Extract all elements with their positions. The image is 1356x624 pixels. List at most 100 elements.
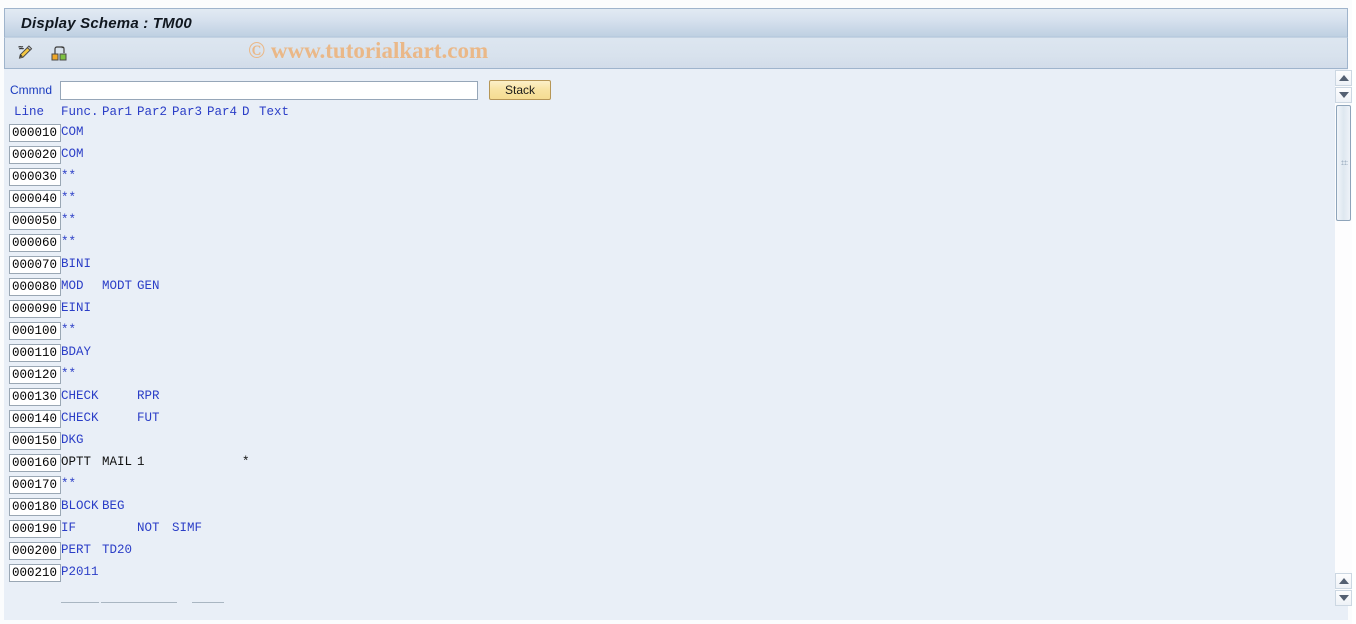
cell-func: CHECK	[61, 389, 99, 403]
table-row: DKG	[4, 431, 1324, 453]
line-number-field[interactable]	[9, 322, 61, 340]
cell-func: BDAY	[61, 345, 92, 359]
cell-func: COM	[61, 147, 84, 161]
cell-func: OPTT	[61, 455, 92, 469]
cell-func: DKG	[61, 433, 84, 447]
table-header-par1: Par1	[102, 105, 133, 119]
table-row: CHECK FUT	[4, 409, 1324, 431]
scrollbar-thumb[interactable]	[1336, 105, 1351, 221]
line-number-field[interactable]	[9, 388, 61, 406]
scroll-up-button[interactable]	[1335, 70, 1352, 86]
table-row: EINI	[4, 299, 1324, 321]
chevron-up-icon	[1338, 75, 1349, 81]
cell-func: **	[61, 213, 77, 227]
cell-func: **	[61, 169, 77, 183]
stack-button[interactable]: Stack	[489, 80, 551, 100]
table-row: **	[4, 189, 1324, 211]
line-number-field[interactable]	[9, 344, 61, 362]
table-row: BDAY	[4, 343, 1324, 365]
line-number-field[interactable]	[9, 432, 61, 450]
cell-func: P2011	[61, 565, 99, 579]
clipped-field-par	[101, 602, 177, 603]
cell-func: **	[61, 235, 77, 249]
line-number-field[interactable]	[9, 212, 61, 230]
page-title: Display Schema : TM00	[21, 14, 192, 32]
chevron-down-icon-bottom	[1338, 595, 1349, 601]
table-row: COM	[4, 145, 1324, 167]
vertical-scrollbar[interactable]	[1335, 70, 1352, 606]
line-number-field[interactable]	[9, 234, 61, 252]
cell-func: CHECK	[61, 411, 99, 425]
table-row: IF NOT SIMF	[4, 519, 1324, 541]
table-row: P2011	[4, 563, 1324, 585]
cell-func: **	[61, 367, 77, 381]
schema-hierarchy-icon[interactable]	[45, 40, 73, 66]
line-number-field[interactable]	[9, 124, 61, 142]
chevron-down-icon	[1338, 92, 1349, 98]
window-title-bar: Display Schema : TM00	[4, 8, 1348, 37]
line-number-field[interactable]	[9, 300, 61, 318]
cell-par1: MAIL	[102, 455, 133, 469]
command-input[interactable]	[60, 80, 478, 100]
scroll-down-button[interactable]	[1335, 87, 1352, 103]
cell-func: EINI	[61, 301, 92, 315]
cell-func: COM	[61, 125, 84, 139]
cell-func: **	[61, 477, 77, 491]
edit-schema-icon[interactable]	[11, 40, 39, 66]
scrollbar-grip-icon	[1341, 160, 1348, 165]
line-number-field[interactable]	[9, 168, 61, 186]
table-row: **	[4, 211, 1324, 233]
cell-par2: RPR	[137, 389, 160, 403]
line-number-field[interactable]	[9, 498, 61, 516]
line-number-field[interactable]	[9, 542, 61, 560]
cell-func: BLOCK	[61, 499, 99, 513]
bottom-scroll-down-button[interactable]	[1335, 590, 1352, 606]
cell-func: BINI	[61, 257, 92, 271]
command-field-label: Cmmnd	[10, 83, 53, 97]
bottom-scroll-up-button[interactable]	[1335, 573, 1352, 589]
line-number-field[interactable]	[9, 564, 61, 582]
command-line-row: Cmmnd Stack	[4, 79, 551, 101]
cell-func: IF	[61, 521, 77, 535]
cell-func: PERT	[61, 543, 92, 557]
clipped-table-row	[4, 594, 404, 608]
line-number-field[interactable]	[9, 476, 61, 494]
table-row: BINI	[4, 255, 1324, 277]
table-row: MOD MODT GEN	[4, 277, 1324, 299]
table-header-par4: Par4	[207, 105, 238, 119]
cell-func: **	[61, 323, 77, 337]
line-number-field[interactable]	[9, 520, 61, 538]
table-row: CHECK RPR	[4, 387, 1324, 409]
line-number-field[interactable]	[9, 410, 61, 428]
line-number-field[interactable]	[9, 454, 61, 472]
table-header-func: Func.	[61, 105, 99, 119]
table-header-line: Line	[14, 105, 45, 119]
schema-table: LineFunc.Par1Par2Par3Par4DText COMCOM***…	[4, 105, 1324, 585]
cell-par2: 1	[137, 455, 145, 469]
cell-par1: BEG	[102, 499, 125, 513]
table-row: **	[4, 167, 1324, 189]
cell-par2: FUT	[137, 411, 160, 425]
line-number-field[interactable]	[9, 190, 61, 208]
window-right-edge	[1352, 0, 1356, 624]
table-row: PERT TD20	[4, 541, 1324, 563]
line-number-field[interactable]	[9, 256, 61, 274]
cell-par3: SIMF	[172, 521, 203, 535]
line-number-field[interactable]	[9, 146, 61, 164]
table-body: COMCOM********BINIMODMODTGENEINI**BDAY**…	[4, 123, 1324, 585]
application-toolbar	[4, 37, 1348, 69]
table-row: OPTT MAIL 1 *	[4, 453, 1324, 475]
table-header-row: Line Func. Par1 Par2 Par3 Par4 D Text	[4, 105, 1324, 123]
table-header-d: D	[242, 105, 250, 119]
edit-schema-icon-glyph	[18, 45, 33, 59]
schema-hierarchy-icon-glyph	[51, 46, 67, 61]
line-number-field[interactable]	[9, 366, 61, 384]
cell-par1: MODT	[102, 279, 133, 293]
clipped-field-d	[192, 602, 224, 603]
cell-func: MOD	[61, 279, 84, 293]
line-number-field[interactable]	[9, 278, 61, 296]
table-row: **	[4, 365, 1324, 387]
cell-d: *	[242, 455, 250, 469]
table-header-par3: Par3	[172, 105, 203, 119]
table-row: **	[4, 475, 1324, 497]
